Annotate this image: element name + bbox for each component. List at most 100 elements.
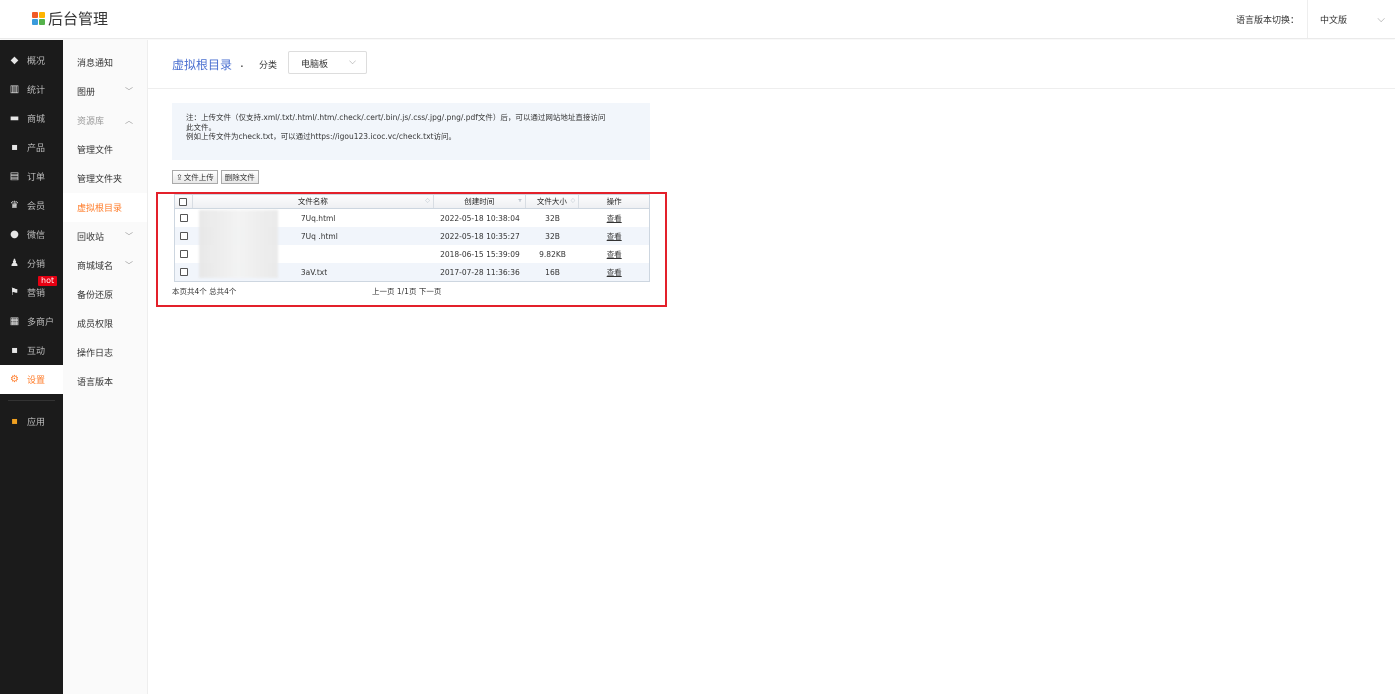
language-label: 语言版本切换： bbox=[1235, 15, 1299, 26]
subnav-item-albums[interactable]: 图册 ﹀ bbox=[63, 77, 147, 106]
column-header-name[interactable]: 文件名称 ◇ bbox=[193, 195, 434, 208]
nav-item-settings[interactable]: ⚙ 设置 bbox=[0, 365, 63, 394]
top-bar: 后台管理 语言版本切换： 中文版 ⌵ bbox=[0, 0, 1395, 39]
nav-item-distribution[interactable]: ♟ 分销 bbox=[0, 249, 63, 278]
language-switcher: 语言版本切换： 中文版 ⌵ bbox=[1236, 0, 1395, 38]
redacted-area bbox=[199, 210, 278, 278]
nav-item-multi-merchant[interactable]: ▦ 多商户 bbox=[0, 307, 63, 336]
subnav-item-recycle-bin[interactable]: 回收站 ﹀ bbox=[63, 222, 147, 251]
row-checkbox[interactable] bbox=[179, 214, 188, 222]
title-separator: . bbox=[240, 56, 244, 70]
language-select[interactable]: 中文版 ⌵ bbox=[1307, 0, 1395, 38]
grid-icon: ▪ bbox=[11, 345, 18, 356]
chevron-down-icon: ⌵ bbox=[1377, 14, 1385, 25]
view-link[interactable]: 查看 bbox=[607, 231, 622, 242]
subnav-item-notifications[interactable]: 消息通知 bbox=[63, 48, 147, 77]
page-title: 虚拟根目录 bbox=[172, 58, 233, 72]
note-line: 例如上传文件为check.txt，可以通过https://igou123.ico… bbox=[186, 132, 456, 141]
primary-sidebar: ◆ 概况 ▥ 统计 ▬ 商城 ▪ 产品 ▤ 订单 ♛ 会员 ● 微信 ♟ 分销 ⚑ 营销 hot ▦… bbox=[0, 40, 63, 694]
app-logo[interactable]: 后台管理 bbox=[32, 8, 108, 29]
view-link[interactable]: 查看 bbox=[607, 213, 622, 224]
nav-item-apps[interactable]: ▪ 应用 bbox=[0, 407, 63, 436]
note-line: 此文件。 bbox=[186, 122, 216, 132]
upload-note: 注：上传文件（仅支持.xml/.txt/.html/.htm/.check/.c… bbox=[172, 103, 650, 160]
subnav-item-resources[interactable]: 资源库 ︿ bbox=[63, 106, 147, 135]
nav-item-marketing[interactable]: ⚑ 营销 hot bbox=[0, 276, 63, 307]
apps-icon: ▪ bbox=[11, 416, 18, 427]
subnav-item-manage-folders[interactable]: 管理文件夹 bbox=[63, 164, 147, 193]
sort-desc-icon: ▿ bbox=[518, 197, 522, 204]
table-header: 文件名称 ◇ 创建时间 ▿ 文件大小 ◇ 操作 bbox=[175, 195, 649, 209]
chevron-down-icon: ﹀ bbox=[125, 87, 133, 96]
store-icon: ▦ bbox=[9, 316, 20, 327]
subnav-item-backup[interactable]: 备份还原 bbox=[63, 280, 147, 309]
subnav-item-permissions[interactable]: 成员权限 bbox=[63, 309, 147, 338]
nav-item-interaction[interactable]: ▪ 互动 bbox=[0, 336, 63, 365]
app-title: 后台管理 bbox=[48, 10, 109, 28]
upload-icon: ⇪ bbox=[176, 172, 183, 182]
main-content: 虚拟根目录 . 分类 电脑板 ⌵ 注：上传文件（仅支持.xml/.txt/.ht… bbox=[148, 40, 1395, 694]
nav-item-products[interactable]: ▪ 产品 bbox=[0, 133, 63, 162]
nav-item-orders[interactable]: ▤ 订单 bbox=[0, 162, 63, 191]
category-value: 电脑板 bbox=[301, 60, 329, 70]
subnav-item-virtual-root[interactable]: 虚拟根目录 bbox=[63, 193, 147, 222]
layers-icon: ◆ bbox=[10, 55, 19, 66]
logo-grid-icon bbox=[32, 12, 45, 25]
chevron-down-icon: ⌵ bbox=[349, 57, 356, 67]
nav-item-overview[interactable]: ◆ 概况 bbox=[0, 46, 63, 75]
file-size: 32B bbox=[545, 231, 560, 241]
hot-badge: hot bbox=[38, 276, 58, 286]
chevron-up-icon: ︿ bbox=[125, 116, 133, 125]
nav-divider bbox=[8, 400, 55, 401]
column-header-size[interactable]: 文件大小 ◇ bbox=[526, 195, 580, 208]
page-header: 虚拟根目录 . 分类 电脑板 ⌵ bbox=[148, 40, 1395, 89]
nav-item-members[interactable]: ♛ 会员 bbox=[0, 191, 63, 220]
subnav-item-language[interactable]: 语言版本 bbox=[63, 367, 147, 396]
item-count: 本页共4个 总共4个 bbox=[172, 287, 237, 296]
row-checkbox[interactable] bbox=[179, 250, 188, 258]
subnav-item-logs[interactable]: 操作日志 bbox=[63, 338, 147, 367]
crown-icon: ♛ bbox=[10, 200, 19, 211]
category-select[interactable]: 电脑板 ⌵ bbox=[288, 51, 367, 74]
column-header-created[interactable]: 创建时间 ▿ bbox=[434, 195, 526, 208]
file-size: 16B bbox=[545, 267, 560, 277]
nav-item-stats[interactable]: ▥ 统计 bbox=[0, 75, 63, 104]
file-size: 9.82KB bbox=[539, 249, 566, 259]
created-time: 2022-05-18 10:35:27 bbox=[440, 231, 520, 241]
shop-icon: ▬ bbox=[9, 113, 20, 124]
select-all-cell bbox=[175, 195, 193, 208]
subnav-item-domains[interactable]: 商城域名 ﹀ bbox=[63, 251, 147, 280]
file-size: 32B bbox=[545, 213, 560, 223]
grid-icon: ▪ bbox=[11, 142, 18, 153]
sort-icon: ◇ bbox=[425, 197, 430, 204]
note-line: 注：上传文件（仅支持.xml/.txt/.html/.htm/.check/.c… bbox=[186, 113, 606, 122]
created-time: 2018-06-15 15:39:09 bbox=[440, 249, 520, 259]
people-icon: ♟ bbox=[10, 258, 19, 269]
category-label: 分类 bbox=[259, 61, 278, 71]
upload-file-button[interactable]: ⇪ 文件上传 bbox=[172, 170, 218, 184]
row-checkbox[interactable] bbox=[179, 268, 188, 276]
subnav-item-manage-files[interactable]: 管理文件 bbox=[63, 135, 147, 164]
language-value: 中文版 bbox=[1320, 15, 1348, 26]
gear-icon: ⚙ bbox=[10, 374, 19, 385]
order-icon: ▤ bbox=[9, 171, 20, 182]
sort-icon: ◇ bbox=[570, 197, 576, 204]
created-time: 2022-05-18 10:38:04 bbox=[440, 213, 520, 223]
view-link[interactable]: 查看 bbox=[607, 267, 622, 278]
wechat-icon: ● bbox=[10, 229, 19, 240]
delete-file-button[interactable]: 删除文件 bbox=[220, 170, 259, 184]
nav-item-wechat[interactable]: ● 微信 bbox=[0, 220, 63, 249]
select-all-checkbox[interactable] bbox=[179, 197, 188, 206]
file-toolbar: ⇪ 文件上传 删除文件 bbox=[172, 170, 259, 184]
pagination[interactable]: 上一页 1/1页 下一页 bbox=[372, 286, 441, 297]
view-link[interactable]: 查看 bbox=[607, 249, 622, 260]
nav-item-mall[interactable]: ▬ 商城 bbox=[0, 104, 63, 133]
created-time: 2017-07-28 11:36:36 bbox=[440, 267, 520, 277]
row-checkbox[interactable] bbox=[179, 232, 188, 240]
chevron-down-icon: ﹀ bbox=[125, 232, 133, 241]
column-header-action: 操作 bbox=[606, 197, 622, 206]
secondary-sidebar: 消息通知 图册 ﹀ 资源库 ︿ 管理文件 管理文件夹 虚拟根目录 回收站 ﹀ 商城域名… bbox=[63, 40, 148, 694]
chart-icon: ▥ bbox=[9, 84, 20, 95]
flag-icon: ⚑ bbox=[10, 287, 19, 298]
chevron-down-icon: ﹀ bbox=[125, 261, 133, 270]
